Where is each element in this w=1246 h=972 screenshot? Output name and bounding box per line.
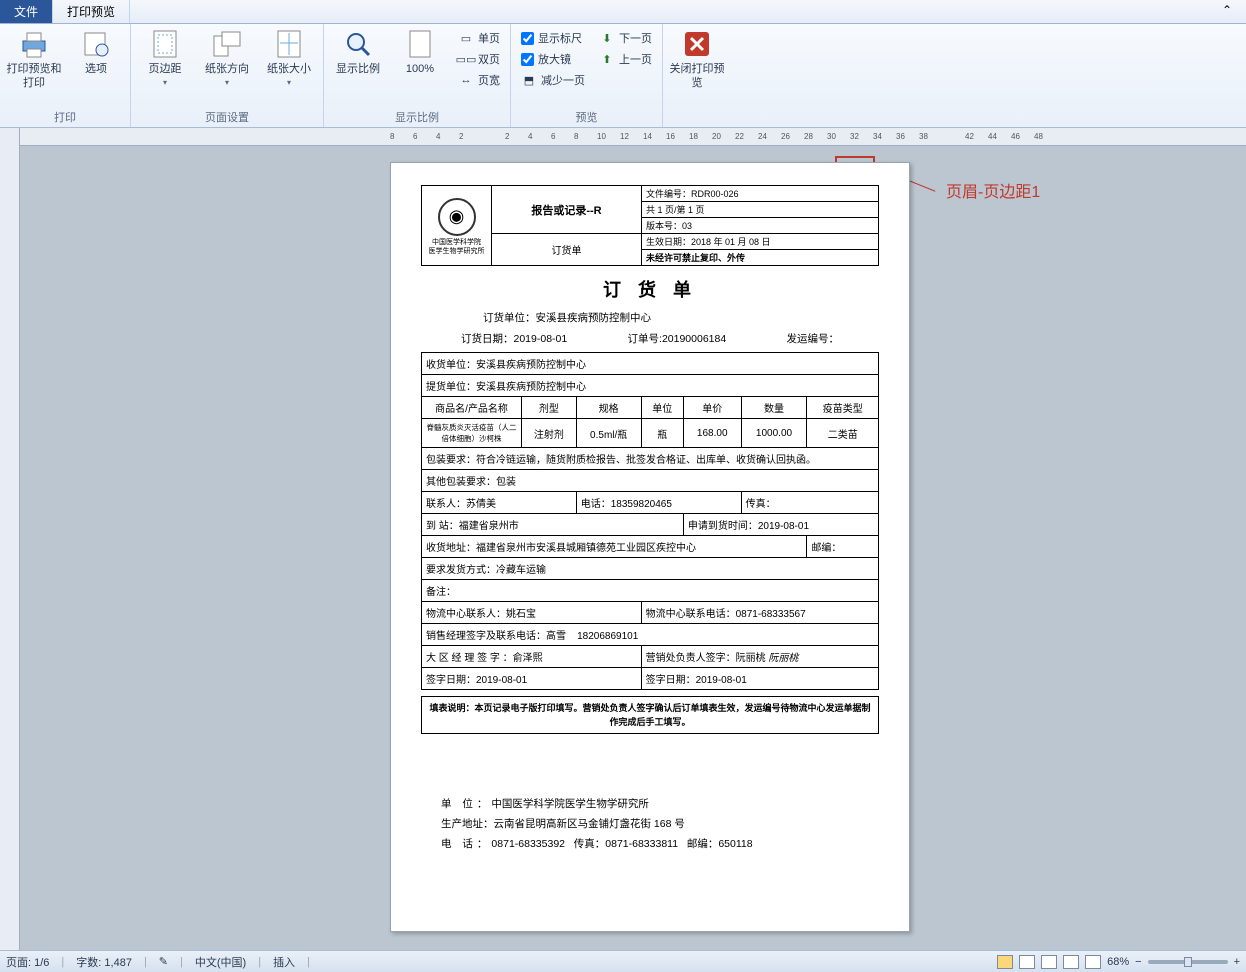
show-ruler-check[interactable]: 显示标尺 <box>517 28 589 48</box>
group-preview-label: 预览 <box>517 107 656 125</box>
page-width-icon: ↔ <box>458 72 474 88</box>
ribbon: 打印预览和打印 选项 打印 页边距▾ 纸张方向▾ 纸张大小▾ 页面设置 <box>0 24 1246 128</box>
close-icon <box>681 28 713 60</box>
paper-size-button[interactable]: 纸张大小▾ <box>261 28 317 90</box>
tab-print-preview[interactable]: 打印预览 <box>53 0 130 23</box>
view-web-icon[interactable] <box>1041 955 1057 969</box>
show-ruler-checkbox[interactable] <box>521 32 534 45</box>
one-page-icon: ▭ <box>458 30 474 46</box>
status-language[interactable]: 中文(中国) <box>195 954 246 970</box>
status-bar: 页面: 1/6| 字数: 1,487| ✎| 中文(中国)| 插入| 68% −… <box>0 950 1246 972</box>
options-button[interactable]: 选项 <box>68 28 124 76</box>
order-body-table: 收货单位：安溪县疾病预防控制中心 提货单位：安溪县疾病预防控制中心 商品名/产品… <box>421 352 879 690</box>
two-page-icon: ▭▭ <box>458 51 474 67</box>
group-print-label: 打印 <box>6 107 124 125</box>
page-width-button[interactable]: ↔页宽 <box>454 70 504 90</box>
prev-page-button[interactable]: ⬆上一页 <box>595 49 656 69</box>
next-page-button[interactable]: ⬇下一页 <box>595 28 656 48</box>
view-outline-icon[interactable] <box>1063 955 1079 969</box>
zoom-100-button[interactable]: 100% <box>392 28 448 76</box>
arrow-up-icon: ⬆ <box>599 51 615 67</box>
print-preview-and-print-button[interactable]: 打印预览和打印 <box>6 28 62 90</box>
orientation-icon <box>211 28 243 60</box>
status-page[interactable]: 页面: 1/6 <box>6 954 49 970</box>
printer-icon <box>18 28 50 60</box>
workspace: 8642246810121416182022242628303234363842… <box>0 128 1246 950</box>
magnifier-checkbox[interactable] <box>521 53 534 66</box>
view-reading-icon[interactable] <box>1019 955 1035 969</box>
zoom-level[interactable]: 68% <box>1107 956 1129 968</box>
shrink-one-page-button[interactable]: ⬒减少一页 <box>517 70 589 90</box>
shrink-icon: ⬒ <box>521 72 537 88</box>
tab-file[interactable]: 文件 <box>0 0 53 23</box>
one-page-button[interactable]: ▭单页 <box>454 28 504 48</box>
zoom-out-button[interactable]: − <box>1135 956 1141 968</box>
group-zoom-label: 显示比例 <box>330 107 504 125</box>
orientation-button[interactable]: 纸张方向▾ <box>199 28 255 90</box>
header-table: ◉ 中国医学科学院医学生物学研究所 报告或记录--R 文件编号：RDR00-02… <box>421 185 879 266</box>
group-page-setup-label: 页面设置 <box>137 107 317 125</box>
spellcheck-icon[interactable]: ✎ <box>159 955 168 968</box>
zoom-in-button[interactable]: + <box>1234 956 1240 968</box>
document-page: ◉ 中国医学科学院医学生物学研究所 报告或记录--R 文件编号：RDR00-02… <box>390 162 910 932</box>
ribbon-collapse-icon[interactable]: ⌃ <box>1208 0 1246 23</box>
order-title: 订 货 单 <box>421 276 879 302</box>
status-insert-mode[interactable]: 插入 <box>273 954 295 970</box>
arrow-down-icon: ⬇ <box>599 30 615 46</box>
options-icon <box>80 28 112 60</box>
margins-icon <box>149 28 181 60</box>
status-word-count[interactable]: 字数: 1,487 <box>76 954 132 970</box>
magnifier-icon <box>342 28 374 60</box>
page-100-icon <box>404 28 436 60</box>
zoom-slider[interactable] <box>1148 960 1228 964</box>
two-page-button[interactable]: ▭▭双页 <box>454 49 504 69</box>
horizontal-ruler: 8642246810121416182022242628303234363842… <box>20 128 1246 146</box>
doc-footer: 单 位：中国医学科学院医学生物学研究所 生产地址：云南省昆明高新区马金铺灯盏花街… <box>421 794 879 854</box>
close-preview-button[interactable]: 关闭打印预览 <box>669 28 725 90</box>
zoom-handle[interactable] <box>1184 957 1192 967</box>
magnifier-check[interactable]: 放大镜 <box>517 49 589 69</box>
tab-strip: 文件 打印预览 ⌃ <box>0 0 1246 24</box>
zoom-button[interactable]: 显示比例 <box>330 28 386 76</box>
margins-button[interactable]: 页边距▾ <box>137 28 193 90</box>
logo-icon: ◉ <box>438 198 476 236</box>
paper-size-icon <box>273 28 305 60</box>
callout-label: 页眉-页边距1 <box>946 178 1040 202</box>
vertical-ruler <box>0 128 20 950</box>
preview-canvas[interactable]: 页眉-页边距1 ◉ 中国医学科学院医学生物学研究所 报告或记录--R 文件编号：… <box>20 146 1246 950</box>
view-draft-icon[interactable] <box>1085 955 1101 969</box>
view-print-layout-icon[interactable] <box>997 955 1013 969</box>
note-box: 填表说明：本页记录电子版打印填写。营销处负责人签字确认后订单填表生效，发运编号待… <box>421 696 879 734</box>
